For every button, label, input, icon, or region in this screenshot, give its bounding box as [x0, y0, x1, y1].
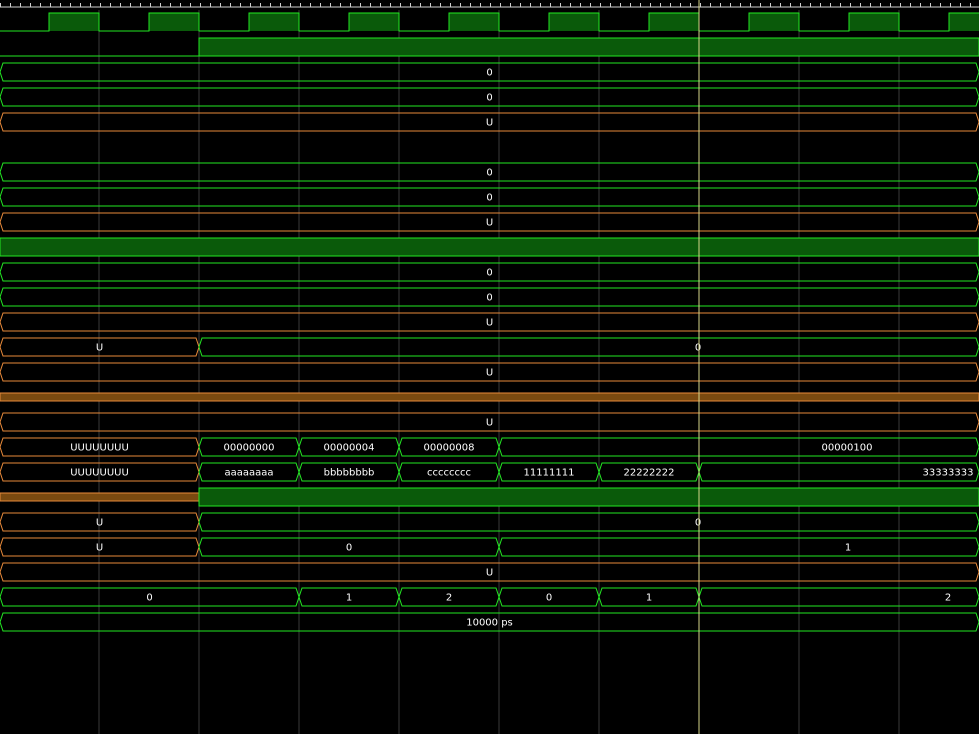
bus-value-label: bbbbbbbb	[324, 468, 375, 479]
clock-high-fill	[549, 13, 599, 31]
bus-value-label: U	[96, 518, 103, 529]
clock-high-fill	[249, 13, 299, 31]
bus-value-label: 0	[486, 93, 492, 104]
clock-high-fill	[49, 13, 99, 31]
bus-value-label: 00000008	[424, 443, 475, 454]
bus-value-label: 0	[486, 168, 492, 179]
bus-value-label: U	[486, 568, 493, 579]
bus-value-label: U	[486, 218, 493, 229]
bus-value-label: 11111111	[524, 468, 575, 479]
bus-value-label: U	[96, 543, 103, 554]
bus-value-label: 2	[446, 593, 452, 604]
bus-value-label: 0	[486, 193, 492, 204]
bus-value-label: cccccccc	[427, 468, 471, 479]
row-10[interactable]	[0, 237, 979, 257]
bus-value-label: 0	[486, 293, 492, 304]
bus-value-label: 1	[845, 543, 851, 554]
bus-value-label: 00000000	[224, 443, 275, 454]
clock-high-fill	[349, 13, 399, 31]
bus-value-label: U	[486, 368, 493, 379]
row-16[interactable]	[0, 392, 979, 402]
bus-value-label: 1	[346, 593, 352, 604]
clock-high-fill	[949, 13, 979, 31]
bus-value-label: U	[486, 418, 493, 429]
bit-undefined	[0, 492, 200, 502]
bus-value-label: 22222222	[624, 468, 675, 479]
bus-value-label: 2	[945, 593, 951, 604]
bus-value-label: UUUUUUUU	[70, 443, 129, 454]
bus-value-label: 00000004	[324, 443, 375, 454]
bus-value-label: U	[486, 118, 493, 129]
bit-undefined	[0, 392, 979, 402]
bus-value-label: 1	[646, 593, 652, 604]
bus-value-label: aaaaaaaa	[224, 468, 273, 479]
bus-value-label: 0	[695, 343, 701, 354]
bus-value-label: 0	[486, 268, 492, 279]
bus-value-label: UUUUUUUU	[70, 468, 129, 479]
bus-value-label: 33333333	[923, 468, 974, 479]
bus-value-label: U	[486, 318, 493, 329]
clock-high-fill	[149, 13, 199, 31]
bus-value-label: 00000100	[822, 443, 873, 454]
clock-high-fill	[749, 13, 799, 31]
waveform-canvas[interactable]: 00U00U00UU 0UUUUUUUUUU 00000000 00000004 000…	[0, 0, 979, 734]
bus-value-label: 10000 ps	[466, 618, 513, 629]
bit-high	[198, 37, 979, 57]
bit-high	[198, 487, 979, 507]
bus-value-label: 0	[695, 518, 701, 529]
bus-value-label: 0	[546, 593, 552, 604]
clock-high-fill	[649, 13, 699, 31]
bit-high	[0, 237, 979, 257]
bus-value-label: 0	[346, 543, 352, 554]
clock-high-fill	[849, 13, 899, 31]
bus-value-label: 0	[486, 68, 492, 79]
bus-value-label: U	[96, 343, 103, 354]
bus-value-label: 0	[146, 593, 152, 604]
clock-high-fill	[449, 13, 499, 31]
